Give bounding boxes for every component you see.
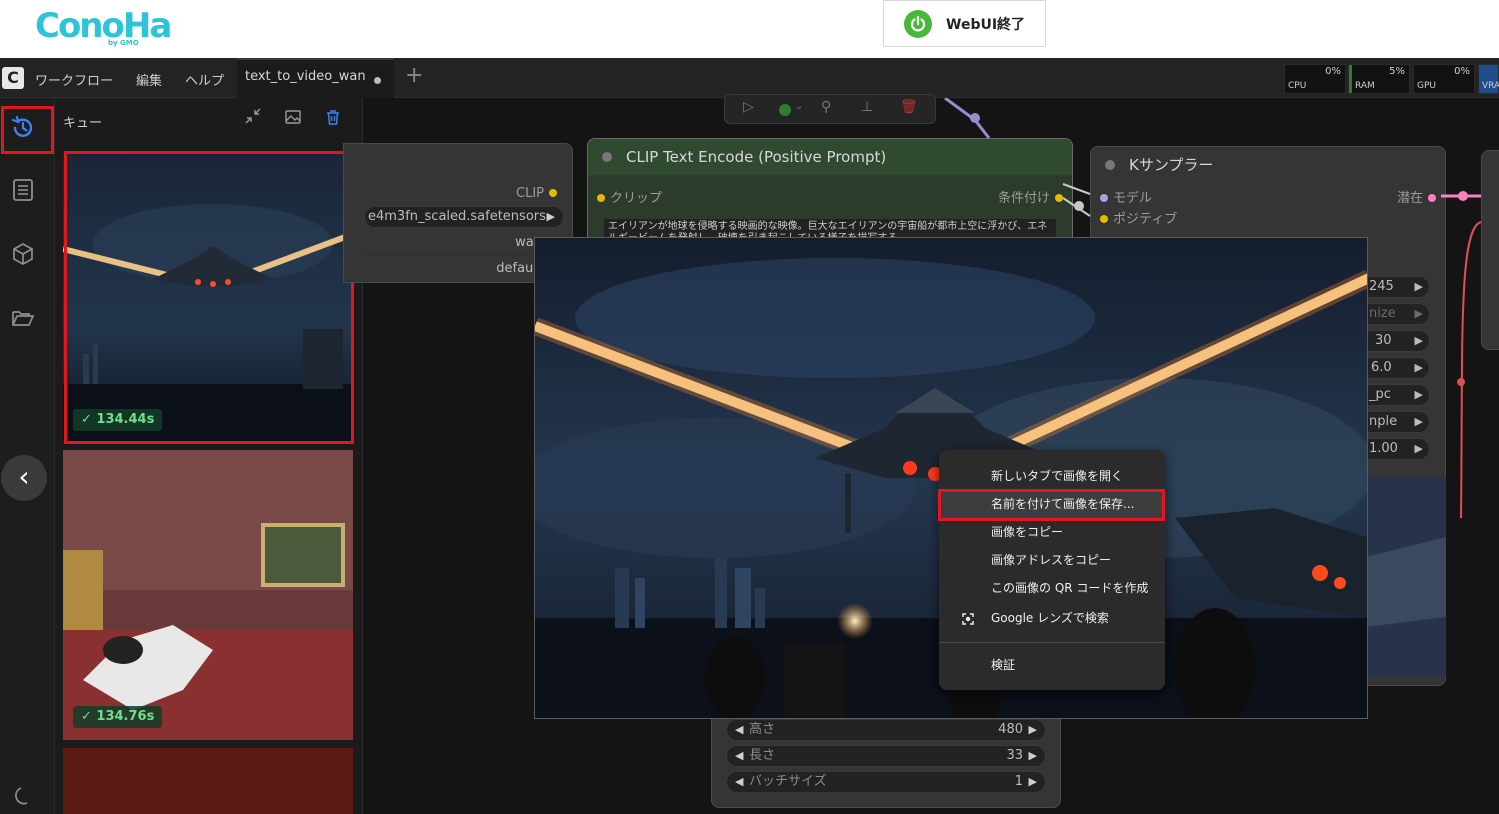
vram-monitor: VRA [1478, 64, 1499, 94]
unsaved-dot-icon [374, 77, 381, 84]
ram-value: 5% [1389, 66, 1405, 77]
vae-link [1460, 221, 1482, 519]
logo-sub: by GMO [108, 39, 139, 47]
ctx-separator [939, 642, 1165, 643]
new-tab-plus-icon[interactable]: + [405, 65, 423, 87]
power-icon [904, 9, 932, 38]
sampler-arrow-icon[interactable]: ▶ [1415, 385, 1423, 405]
menu-edit[interactable]: 編集 [136, 70, 162, 89]
conoha-banner: ConoHa by GMO WebUI終了 [0, 0, 1499, 58]
cpu-label: CPU [1288, 81, 1307, 91]
image-gallery-icon[interactable] [282, 108, 304, 130]
app-menubar: C ワークフロー 編集 ヘルプ [0, 58, 1499, 98]
highlight-queue-icon [1, 106, 54, 154]
webui-stop-label: WebUI終了 [946, 16, 1026, 33]
steps-widget[interactable]: 30 ▶ [1366, 330, 1430, 352]
collapse-arrows-icon[interactable] [242, 108, 264, 130]
queue-item-2-time: ✓ 134.76s [73, 706, 163, 728]
seed-inc-arrow-icon[interactable]: ▶ [1415, 277, 1423, 297]
control-value: nize [1369, 306, 1396, 321]
scheduler-value: nple [1369, 414, 1398, 429]
model-library-cube-icon[interactable] [9, 242, 37, 270]
scheduler-arrow-icon[interactable]: ▶ [1415, 412, 1423, 432]
ram-bar [1349, 65, 1352, 93]
gpu-label: GPU [1417, 81, 1436, 91]
ram-monitor: 5% RAM [1348, 64, 1410, 94]
ctx-copy-image[interactable]: 画像をコピー [939, 518, 1165, 546]
scheduler-widget[interactable]: nple ▶ [1366, 411, 1430, 433]
theme-moon-icon[interactable] [9, 784, 37, 812]
node-library-icon[interactable] [9, 178, 37, 206]
cpu-monitor: 0% CPU [1284, 64, 1346, 94]
gpu-value: 0% [1454, 66, 1470, 77]
latent-link-midpoint [1458, 191, 1468, 201]
vram-label: VRA [1482, 81, 1499, 91]
queue-item-2-time-value: 134.76s [96, 709, 155, 724]
ctx-create-qr-code[interactable]: この画像の QR コードを作成 [939, 574, 1165, 602]
steps-value: 30 [1375, 333, 1392, 348]
screen: ConoHa by GMO WebUI終了 C ワークフロー 編集 ヘルプ te… [0, 0, 1499, 814]
collapse-sidebar-chevron-icon[interactable]: ‹ [1, 455, 47, 501]
gpu-monitor: 0% GPU [1413, 64, 1475, 94]
sampler-value: _pc [1369, 387, 1391, 402]
steps-inc-arrow-icon[interactable]: ▶ [1415, 331, 1423, 351]
workflow-tab[interactable]: text_to_video_wan [237, 58, 394, 98]
denoise-inc-arrow-icon[interactable]: ▶ [1415, 439, 1423, 459]
seed-value: 245 [1369, 279, 1394, 294]
denoise-widget[interactable]: 1.00 ▶ [1366, 438, 1430, 460]
menu-workflow[interactable]: ワークフロー [35, 70, 113, 89]
workflows-folder-icon[interactable] [9, 306, 37, 334]
cfg-inc-arrow-icon[interactable]: ▶ [1415, 358, 1423, 378]
queue-item-3[interactable] [63, 748, 353, 814]
ctx-search-google-lens-label: Google レンズで検索 [991, 611, 1109, 625]
ctx-open-in-new-tab[interactable]: 新しいタブで画像を開く [939, 462, 1165, 490]
logo-text: ConoHa [35, 6, 172, 46]
highlight-selected-thumbnail [64, 151, 354, 444]
ctx-inspect[interactable]: 検証 [939, 651, 1165, 679]
ksampler-preview-strip [1366, 477, 1446, 677]
image-context-menu: 新しいタブで画像を開く 名前を付けて画像を保存... 画像をコピー 画像アドレス… [939, 450, 1165, 690]
queue-title: キュー [63, 116, 103, 131]
ram-label: RAM [1355, 81, 1375, 91]
sampler-widget[interactable]: _pc ▶ [1366, 384, 1430, 406]
queue-panel: キュー ✓ 134.44s ✓ 134.76s [55, 98, 363, 814]
cfg-widget[interactable]: 6.0 ▶ [1366, 357, 1430, 379]
menu-help[interactable]: ヘルプ [185, 70, 224, 89]
ctx-search-google-lens[interactable]: Google レンズで検索 [939, 604, 1165, 632]
seed-widget[interactable]: 245 ▶ [1366, 276, 1430, 298]
vae-link-midpoint [1457, 378, 1465, 386]
webui-stop-button[interactable]: WebUI終了 [883, 0, 1046, 47]
clear-queue-trash-icon[interactable] [322, 108, 344, 130]
room-thumbnail-image [63, 450, 353, 740]
highlight-save-image-as [938, 489, 1165, 521]
model-link [944, 98, 991, 139]
google-lens-icon [961, 604, 975, 632]
control-widget[interactable]: nize ▶ [1366, 303, 1430, 325]
model-link-midpoint [970, 113, 980, 123]
conoha-logo[interactable]: ConoHa by GMO [35, 6, 172, 47]
workflow-tab-label: text_to_video_wan [245, 69, 366, 84]
cfg-value: 6.0 [1371, 360, 1392, 375]
conditioning-link-midpoint [1074, 201, 1084, 211]
queue-item-room[interactable]: ✓ 134.76s [63, 450, 353, 740]
ctx-copy-image-address[interactable]: 画像アドレスをコピー [939, 546, 1165, 574]
control-arrow-icon[interactable]: ▶ [1415, 304, 1423, 324]
denoise-value: 1.00 [1369, 441, 1398, 456]
comfy-logo-icon[interactable]: C [2, 67, 24, 89]
cpu-value: 0% [1325, 66, 1341, 77]
clip-to-ksampler-link [1062, 183, 1091, 195]
